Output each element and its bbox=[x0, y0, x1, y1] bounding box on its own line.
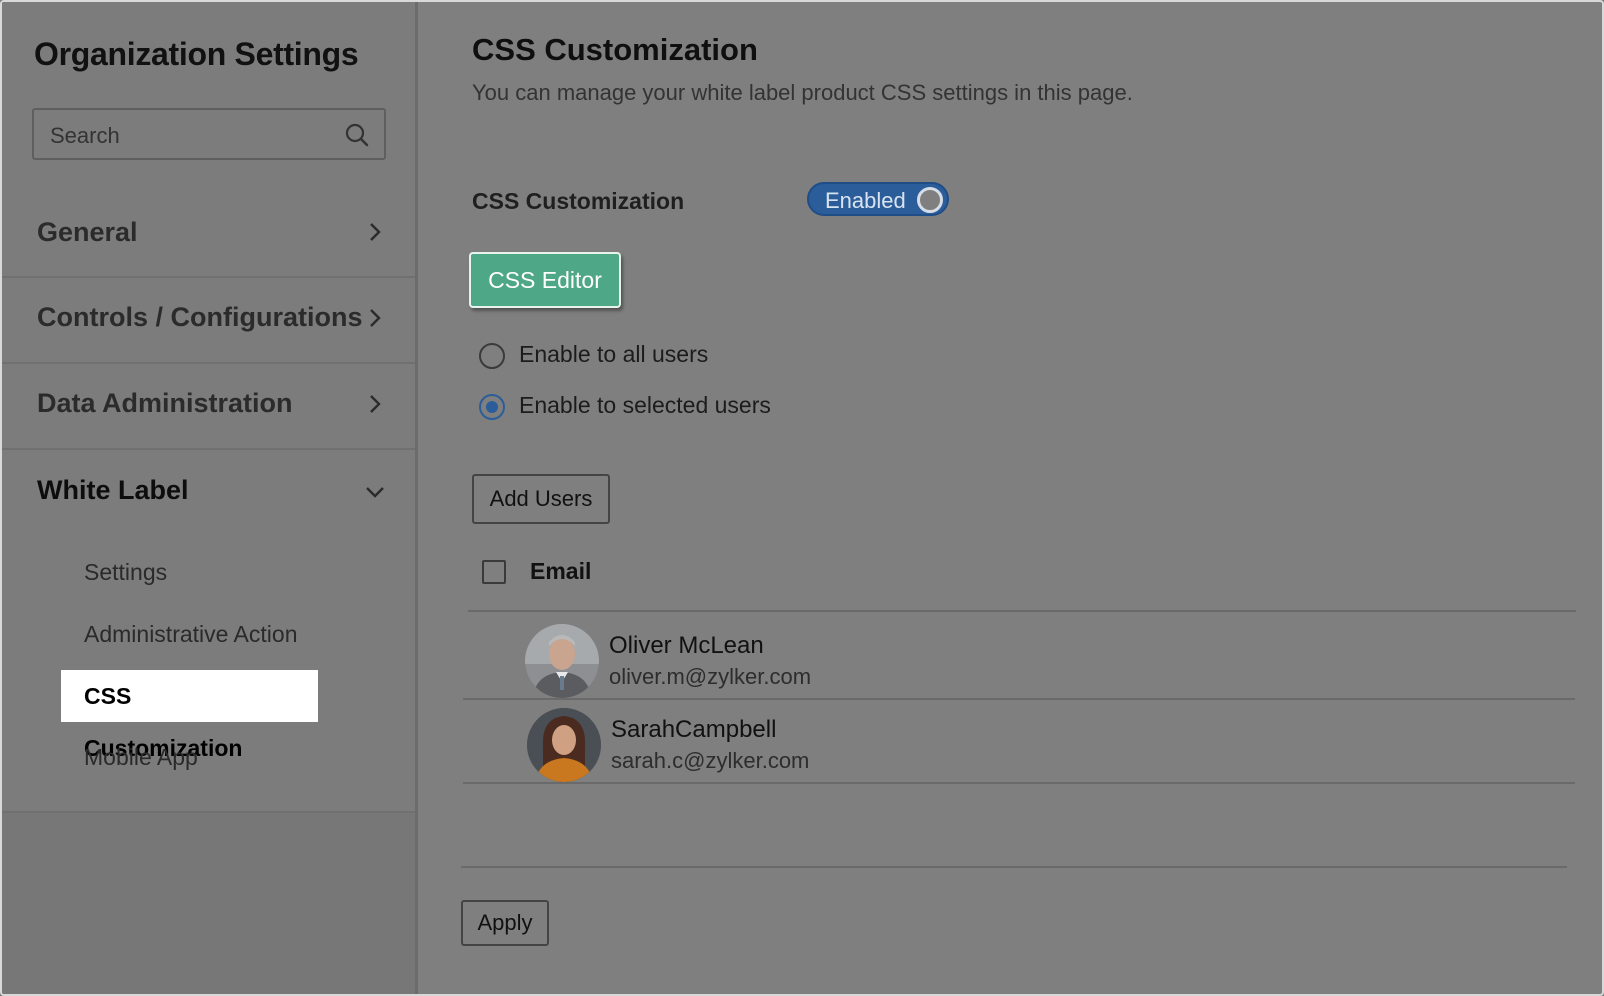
search-placeholder: Search bbox=[50, 123, 120, 148]
avatar bbox=[527, 708, 601, 782]
sidebar-item-label: Controls / Configurations bbox=[37, 302, 363, 332]
submenu-item-settings[interactable]: Settings bbox=[61, 546, 190, 598]
user-name: SarahCampbell bbox=[611, 716, 777, 743]
app-window: Organization Settings Search General Con… bbox=[0, 0, 1604, 996]
chevron-down-icon bbox=[366, 487, 384, 498]
user-email: oliver.m@zylker.com bbox=[609, 664, 812, 689]
submenu-item-mobile-app[interactable]: Mobile App bbox=[61, 731, 221, 783]
user-email: sarah.c@zylker.com bbox=[611, 748, 810, 773]
avatar bbox=[525, 624, 599, 698]
table-divider bbox=[468, 610, 1576, 612]
search-icon[interactable] bbox=[344, 122, 370, 148]
table-row[interactable]: Oliver McLean oliver.m@zylker.com bbox=[463, 618, 1575, 700]
main-content: CSS Customization You can manage your wh… bbox=[421, 2, 1602, 994]
sidebar: Organization Settings Search General Con… bbox=[2, 2, 418, 994]
toggle-knob bbox=[917, 187, 943, 213]
chevron-right-icon bbox=[370, 309, 381, 327]
sidebar-item-controls[interactable]: Controls / Configurations bbox=[2, 278, 415, 364]
email-column-header: Email bbox=[530, 558, 592, 584]
radio-button[interactable] bbox=[479, 343, 505, 369]
add-users-button[interactable]: Add Users bbox=[472, 474, 610, 524]
submenu-item-css-customization[interactable]: CSS Customization bbox=[61, 670, 318, 761]
css-customization-toggle[interactable]: Enabled bbox=[807, 182, 949, 216]
footer-divider bbox=[461, 866, 1567, 868]
submenu-item-administrative-action[interactable]: Administrative Action bbox=[61, 608, 320, 660]
css-customization-label: CSS Customization bbox=[472, 188, 685, 214]
table-row[interactable]: SarahCampbell sarah.c@zylker.com bbox=[463, 702, 1575, 784]
toggle-label: Enabled bbox=[825, 188, 906, 213]
avatar-woman-icon bbox=[527, 708, 601, 782]
sidebar-panel: Organization Settings Search General Con… bbox=[2, 2, 415, 813]
radio-button[interactable] bbox=[479, 394, 505, 420]
radio-label: Enable to selected users bbox=[519, 392, 771, 418]
apply-button[interactable]: Apply bbox=[461, 900, 549, 946]
chevron-right-icon bbox=[370, 395, 381, 413]
sidebar-item-general[interactable]: General bbox=[2, 192, 415, 278]
sidebar-item-label: Data Administration bbox=[37, 388, 293, 418]
sidebar-item-label: White Label bbox=[37, 475, 189, 505]
sidebar-item-white-label[interactable]: White Label bbox=[2, 450, 415, 540]
page-subtitle: You can manage your white label product … bbox=[472, 80, 1133, 105]
sidebar-item-label: General bbox=[37, 217, 138, 247]
chevron-right-icon bbox=[370, 223, 381, 241]
avatar-man-icon bbox=[525, 624, 599, 698]
search-input[interactable]: Search bbox=[32, 108, 386, 160]
page-title: CSS Customization bbox=[472, 32, 758, 67]
sidebar-item-data-administration[interactable]: Data Administration bbox=[2, 364, 415, 450]
select-all-checkbox[interactable] bbox=[482, 560, 506, 584]
user-name: Oliver McLean bbox=[609, 632, 764, 659]
sidebar-title: Organization Settings bbox=[34, 36, 359, 72]
css-editor-button[interactable]: CSS Editor bbox=[469, 252, 621, 308]
radio-label: Enable to all users bbox=[519, 341, 709, 367]
